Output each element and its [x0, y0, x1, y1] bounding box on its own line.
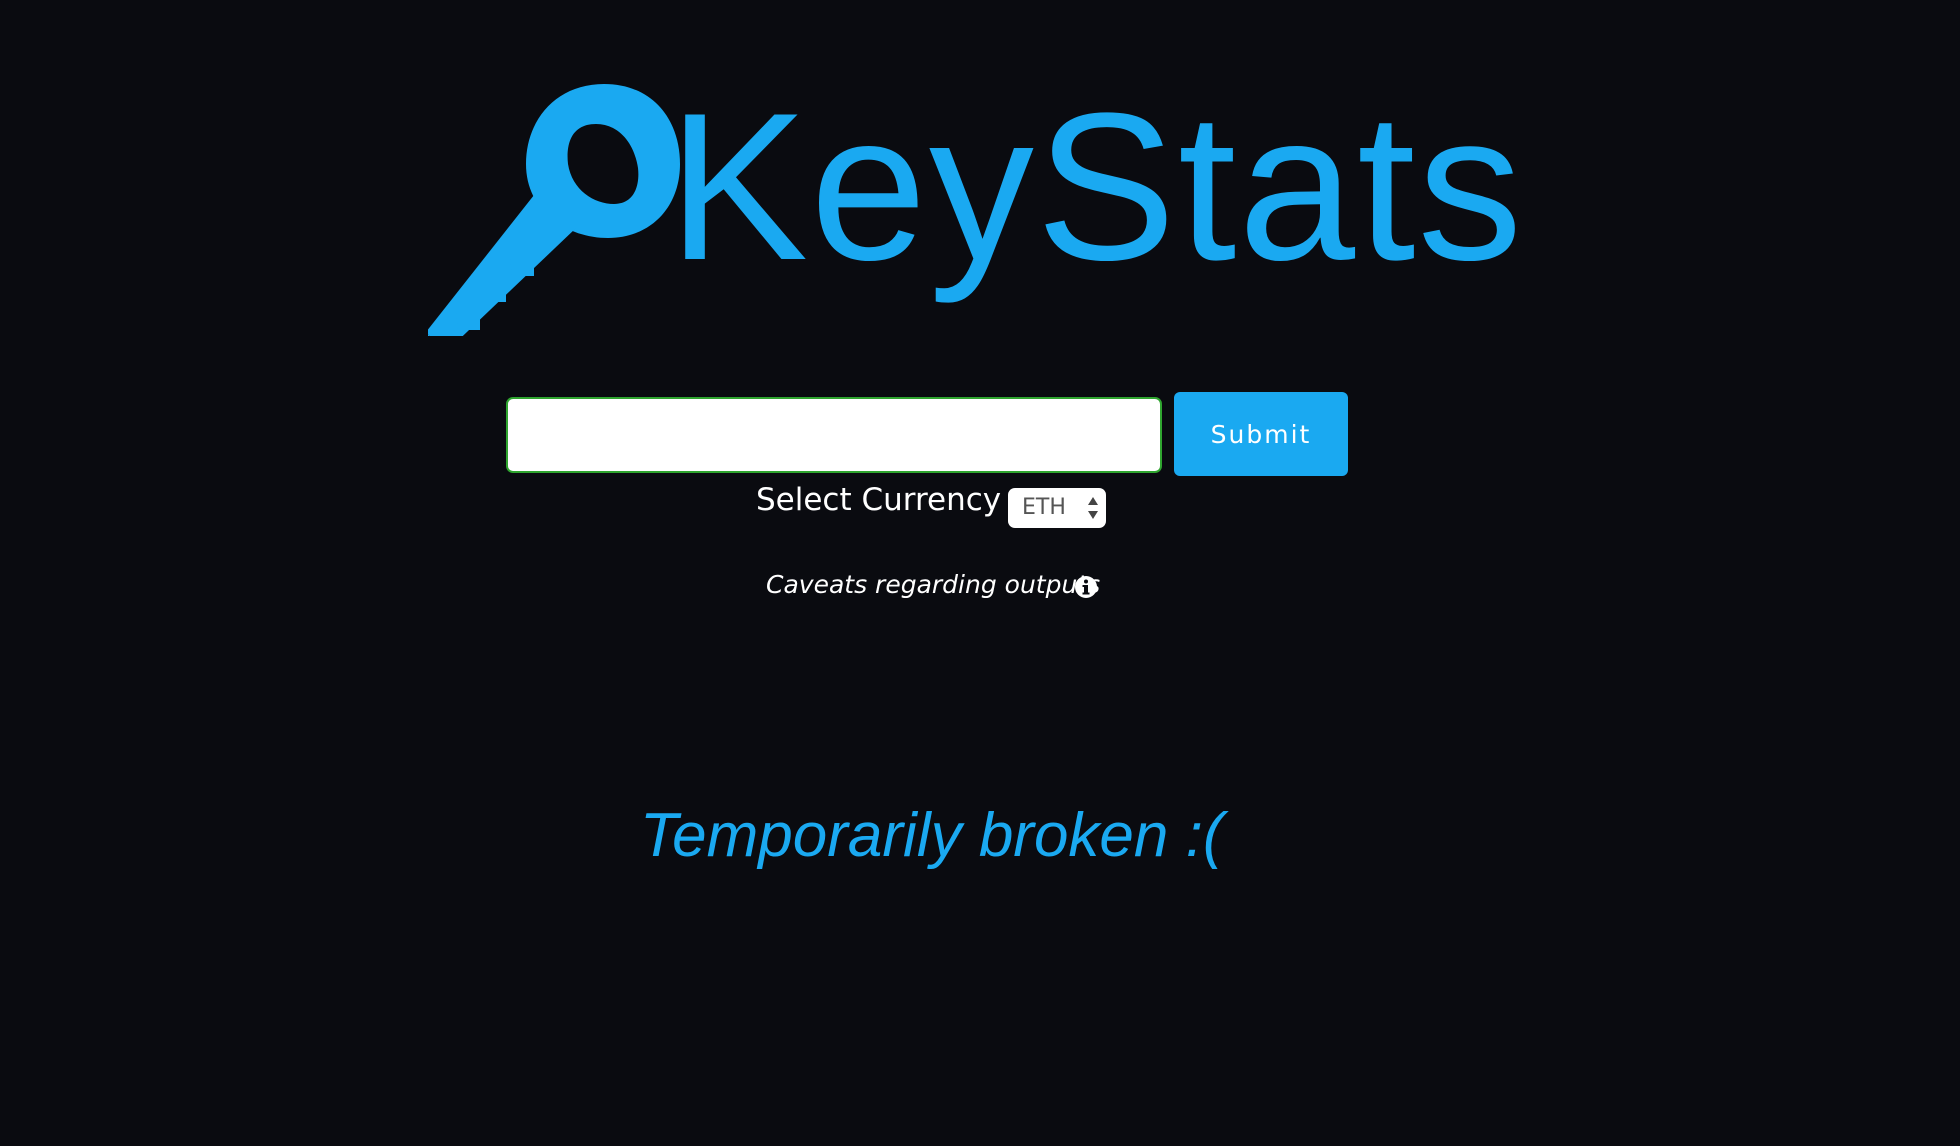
status-message: Temporarily broken :( — [640, 801, 1224, 870]
app-title: KeyStats — [668, 69, 1525, 304]
key-icon — [428, 84, 680, 336]
currency-select[interactable]: ETH — [1008, 488, 1106, 528]
logo: KeyStats — [420, 76, 1522, 366]
search-input[interactable] — [506, 397, 1162, 473]
select-arrows-icon — [1088, 497, 1098, 519]
select-currency-label: Select Currency — [756, 482, 1002, 518]
info-icon[interactable] — [1074, 575, 1098, 599]
currency-selected-value: ETH — [1022, 495, 1066, 520]
submit-button[interactable]: Submit — [1174, 392, 1348, 476]
caveats-text: Caveats regarding outputs — [766, 570, 1101, 599]
